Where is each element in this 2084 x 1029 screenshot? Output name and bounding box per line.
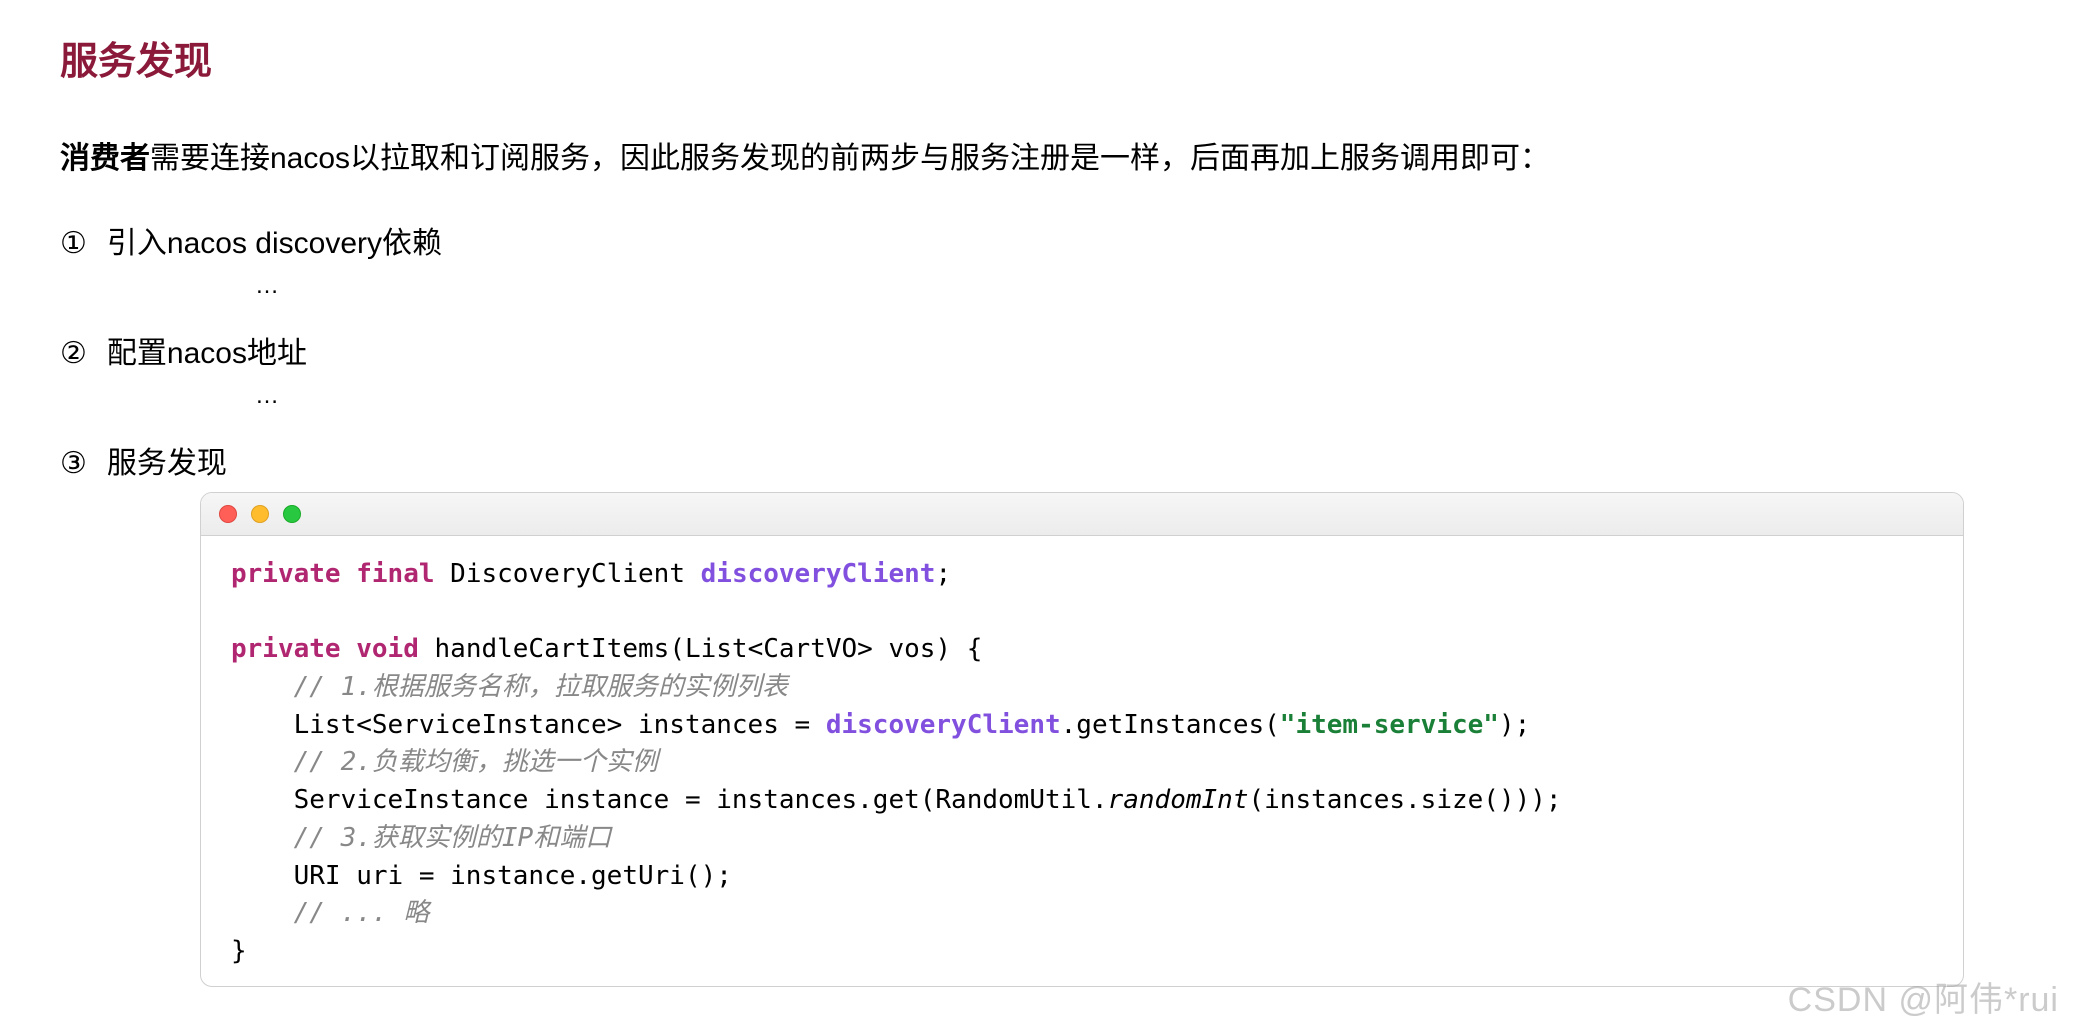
- watermark: CSDN @阿伟*rui: [1788, 972, 2059, 1021]
- code-kw: private: [231, 559, 341, 589]
- step-3-num: ③: [60, 446, 87, 481]
- intro-paragraph: 消费者需要连接nacos以拉取和订阅服务，因此服务发现的前两步与服务注册是一样，…: [60, 135, 2024, 183]
- code-text: (instances.size()));: [1248, 785, 1561, 815]
- code-comment: // ... 略: [294, 898, 430, 928]
- code-comment: // 2.负载均衡，挑选一个实例: [294, 747, 658, 777]
- code-string: "item-service": [1280, 710, 1499, 740]
- step-1: ① 引入nacos discovery依赖: [60, 218, 2024, 262]
- code-body: private final DiscoveryClient discoveryC…: [201, 536, 1963, 986]
- code-type: DiscoveryClient: [450, 559, 685, 589]
- code-text: ServiceInstance instance = instances.get…: [231, 785, 1108, 815]
- code-text: URI uri = instance.getUri();: [231, 861, 732, 891]
- maximize-icon[interactable]: [283, 505, 301, 523]
- close-icon[interactable]: [219, 505, 237, 523]
- intro-rest: 需要连接nacos以拉取和订阅服务，因此服务发现的前两步与服务注册是一样，后面再…: [150, 142, 1550, 175]
- code-comment: // 1.根据服务名称，拉取服务的实例列表: [294, 672, 788, 702]
- code-text: .getInstances(: [1061, 710, 1280, 740]
- ellipsis-1: …: [60, 272, 2024, 300]
- code-text: );: [1499, 710, 1530, 740]
- code-kw: final: [356, 559, 434, 589]
- step-2-text: 配置nacos地址: [107, 328, 307, 372]
- code-field: discoveryClient: [826, 710, 1061, 740]
- step-1-num: ①: [60, 226, 87, 261]
- code-text: ;: [935, 559, 951, 589]
- code-comment: // 3.获取实例的IP和端口: [294, 823, 612, 853]
- code-method: randomInt: [1108, 785, 1249, 815]
- ellipsis-2: …: [60, 382, 2024, 410]
- code-text: List<ServiceInstance> instances =: [231, 710, 826, 740]
- code-text: handleCartItems(List<CartVO> vos) {: [435, 634, 983, 664]
- page-title: 服务发现: [60, 30, 2024, 85]
- step-1-text: 引入nacos discovery依赖: [107, 218, 442, 262]
- window-header: [201, 493, 1963, 536]
- step-3: ③ 服务发现: [60, 438, 2024, 482]
- step-3-text: 服务发现: [107, 438, 227, 482]
- minimize-icon[interactable]: [251, 505, 269, 523]
- code-field: discoveryClient: [701, 559, 936, 589]
- intro-bold: 消费者: [60, 142, 150, 175]
- code-text: }: [231, 936, 247, 966]
- code-window: private final DiscoveryClient discoveryC…: [200, 492, 1964, 987]
- step-2-num: ②: [60, 336, 87, 371]
- step-2: ② 配置nacos地址: [60, 328, 2024, 372]
- code-kw: private: [231, 634, 341, 664]
- code-kw: void: [356, 634, 419, 664]
